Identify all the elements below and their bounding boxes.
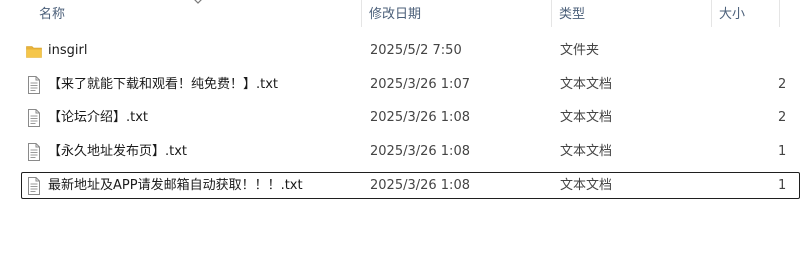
text-file-icon — [28, 143, 40, 161]
file-size: 2 — [778, 110, 787, 125]
file-row-insgirl[interactable]: insgirl 2025/5/2 7:50 文件夹 — [21, 37, 800, 64]
column-header: 名称 修改日期 类型 大小 — [0, 0, 800, 27]
file-name: 【永久地址发布页】.txt — [48, 144, 188, 159]
file-type: 文件夹 — [560, 43, 600, 58]
text-file-icon — [28, 109, 40, 127]
column-modified-header[interactable]: 修改日期 — [369, 6, 421, 24]
column-divider[interactable] — [779, 0, 780, 27]
file-size: 1 — [778, 178, 787, 193]
sort-chevron-icon — [194, 0, 202, 4]
text-file-icon — [28, 177, 40, 195]
file-name: 【来了就能下载和观看！纯免费！】.txt — [48, 77, 279, 92]
file-size: 1 — [778, 144, 787, 159]
column-divider[interactable] — [711, 0, 712, 27]
file-modified: 2025/3/26 1:08 — [370, 178, 470, 193]
file-type: 文本文档 — [560, 77, 613, 92]
file-row-txt-focused[interactable]: 最新地址及APP请发邮箱自动获取！！！.txt 2025/3/26 1:08 文… — [21, 172, 800, 199]
file-name: 【论坛介绍】.txt — [48, 110, 149, 125]
file-modified: 2025/3/26 1:08 — [370, 144, 470, 159]
column-divider[interactable] — [361, 0, 362, 27]
column-name-header[interactable]: 名称 — [39, 6, 65, 24]
file-explorer: 名称 修改日期 类型 大小 insgirl 2025/5/2 7:50 文件夹 … — [0, 0, 800, 271]
column-size-header[interactable]: 大小 — [719, 6, 745, 24]
file-name: 最新地址及APP请发邮箱自动获取！！！.txt — [48, 178, 303, 193]
file-modified: 2025/5/2 7:50 — [370, 43, 462, 58]
folder-icon — [26, 46, 42, 58]
file-modified: 2025/3/26 1:08 — [370, 110, 470, 125]
file-size: 2 — [778, 77, 787, 92]
file-type: 文本文档 — [560, 110, 613, 125]
file-row-txt[interactable]: 【论坛介绍】.txt 2025/3/26 1:08 文本文档 2 — [21, 104, 800, 131]
column-type-header[interactable]: 类型 — [559, 6, 585, 24]
column-divider[interactable] — [551, 0, 552, 27]
file-name: insgirl — [48, 43, 88, 58]
text-file-icon — [28, 76, 40, 94]
file-row-txt[interactable]: 【来了就能下载和观看！纯免费！】.txt 2025/3/26 1:07 文本文档… — [21, 71, 800, 98]
file-row-txt[interactable]: 【永久地址发布页】.txt 2025/3/26 1:08 文本文档 1 — [21, 138, 800, 165]
file-type: 文本文档 — [560, 144, 613, 159]
file-type: 文本文档 — [560, 178, 613, 193]
file-modified: 2025/3/26 1:07 — [370, 77, 470, 92]
